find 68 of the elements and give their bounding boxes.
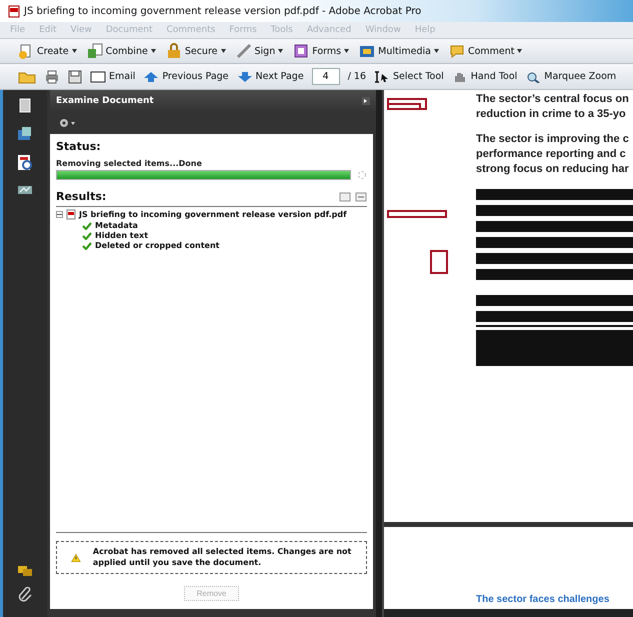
page-number-field[interactable]: 4	[312, 68, 340, 85]
pdf-file-icon	[66, 209, 76, 220]
toolbar-button[interactable]: Forms	[293, 43, 350, 59]
expand-all-icon[interactable]	[339, 192, 351, 202]
status-text: Removing selected items...Done	[56, 159, 203, 168]
page-count: / 16	[348, 71, 366, 82]
envelope-icon	[90, 70, 106, 82]
previous-page-button[interactable]: Previous Page	[143, 70, 229, 82]
form-icon	[293, 43, 310, 59]
document-text: The sector’s central focus on	[476, 92, 630, 107]
redaction-mark	[430, 250, 448, 274]
tree-item[interactable]: JS briefing to incoming government release version pdf.pdf	[79, 210, 347, 219]
collapse-icon[interactable]	[362, 97, 370, 105]
magnifier-icon	[525, 70, 542, 82]
select-tool-button[interactable]: Select Tool	[374, 70, 444, 82]
panel-title: Examine Document	[56, 96, 154, 106]
pages-icon[interactable]	[18, 98, 32, 114]
toolbar-button[interactable]: Sign	[236, 43, 284, 59]
marquee-zoom-button[interactable]: Marquee Zoom	[525, 70, 616, 82]
results-heading: Results:	[56, 190, 106, 203]
toolbar-button[interactable]: Comment	[448, 43, 522, 59]
minus-icon	[57, 212, 62, 217]
toolbar-button[interactable]: Combine	[86, 43, 156, 59]
pdf-file-icon	[8, 4, 20, 18]
printer-icon[interactable]	[44, 70, 60, 84]
folder-icon[interactable]	[18, 70, 36, 84]
caret-icon	[220, 49, 226, 53]
save-icon[interactable]	[68, 70, 82, 84]
toolbar-button[interactable]: Create	[18, 43, 77, 59]
speech-bubble-icon	[448, 43, 465, 59]
tree-item[interactable]: Metadata	[95, 221, 138, 230]
toolbar-button[interactable]: Multimedia	[359, 43, 439, 59]
tree-expander[interactable]	[56, 211, 63, 218]
status-heading: Status:	[56, 140, 102, 153]
window-title: JS briefing to incoming government release version pdf.pdf - Adobe Acrobat Pro	[24, 6, 422, 16]
paperclip-icon[interactable]	[18, 587, 32, 603]
document-text: The sector is improving the c	[476, 132, 630, 147]
toolbar-button[interactable]: Secure	[166, 43, 226, 59]
document-heading: The sector faces challenges	[476, 594, 610, 605]
pen-icon	[236, 43, 252, 59]
caret-icon	[72, 49, 77, 53]
caret-icon	[517, 49, 522, 53]
notice-text: Acrobat has removed all selected items. Changes are not applied until you save the document.	[92, 547, 352, 568]
comments-icon[interactable]	[17, 565, 33, 577]
lock-icon	[166, 43, 182, 59]
document-text: performance reporting and c	[476, 147, 627, 162]
film-icon	[359, 43, 376, 59]
text-cursor-icon	[374, 70, 390, 82]
redaction-mark	[387, 210, 447, 218]
email-button[interactable]: Email	[90, 70, 136, 82]
document-text: reduction in crime to a 35-yo	[476, 107, 627, 122]
caret-icon	[434, 49, 439, 53]
tree-item[interactable]: Hidden text	[95, 231, 148, 240]
caret-icon	[150, 49, 156, 53]
layers-icon[interactable]	[17, 126, 33, 142]
spinner-icon	[357, 170, 367, 180]
collapse-all-icon[interactable]	[355, 192, 367, 202]
hand-tool-button[interactable]: Hand Tool	[452, 70, 518, 82]
combine-icon	[86, 43, 103, 59]
down-arrow-icon	[236, 70, 253, 82]
next-page-button[interactable]: Next Page	[236, 70, 304, 82]
document-magnifier-icon[interactable]	[17, 154, 33, 172]
tree-item[interactable]: Deleted or cropped content	[95, 241, 220, 250]
up-arrow-icon	[143, 70, 160, 82]
document-text: strong focus on reducing har	[476, 162, 630, 177]
caret-icon	[278, 49, 284, 53]
gear-icon[interactable]	[58, 118, 76, 128]
caret-icon	[344, 49, 350, 53]
